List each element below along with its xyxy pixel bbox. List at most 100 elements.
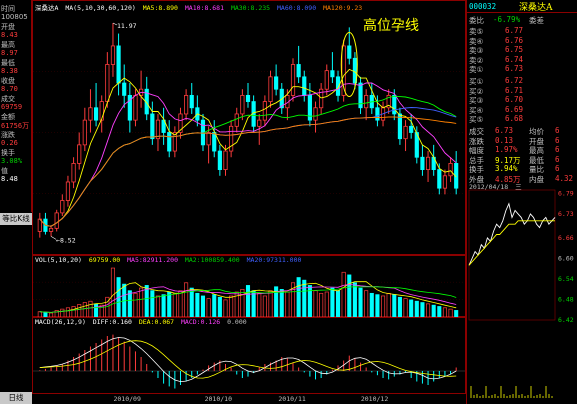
candle-body <box>392 94 397 115</box>
buy-price: 6.68 <box>505 114 524 123</box>
sell-row: 卖① 6.73 <box>469 64 577 74</box>
stock-name: 深桑达A <box>519 3 553 13</box>
volume-bar <box>437 306 442 317</box>
volume-bar <box>144 285 149 317</box>
volume-bar <box>127 290 132 317</box>
intraday-tick-label: 6.42 <box>558 316 574 324</box>
intraday-tick-label: 6.48 <box>558 295 574 303</box>
volume-bar <box>184 282 189 317</box>
buy-row: 买② 6.71 <box>469 86 577 96</box>
volume-bar <box>172 292 177 317</box>
buy-label: 买⑤ <box>469 115 484 124</box>
weibi-row: 委比 -6.79% 委差 <box>469 15 577 25</box>
stat-value: 6.73 <box>495 126 514 135</box>
left-panel-value: 3.08% <box>1 157 23 165</box>
volume-bar <box>133 292 138 317</box>
volume-bar <box>403 298 408 317</box>
weibi-label: 委比 <box>469 16 484 25</box>
volume-bar <box>240 289 245 317</box>
sell-price: 6.74 <box>505 54 524 64</box>
candle-body <box>150 113 155 140</box>
candle-body <box>71 163 76 183</box>
macd-chart[interactable] <box>33 327 465 394</box>
volume-bar <box>296 277 301 317</box>
volume-bar <box>369 292 374 317</box>
vol-value: 69759.00 <box>88 256 121 264</box>
volume-bar <box>262 295 267 317</box>
candle-body <box>324 70 329 90</box>
volume-bar <box>88 300 93 317</box>
sell-row: 卖② 6.74 <box>469 55 577 65</box>
low-price-label: ←8.52 <box>56 236 76 244</box>
volume-bar <box>223 299 228 317</box>
candle-body <box>184 94 189 115</box>
vol-label: VOL(5,10,20) <box>35 256 82 264</box>
intraday-tick-label: 6.73 <box>558 210 574 218</box>
tab-daily[interactable]: 日线 <box>0 392 32 404</box>
kline-chart[interactable]: 11.97 ←8.52 <box>33 11 465 254</box>
sell-row: 卖⑤ 6.77 <box>469 26 577 36</box>
volume-chart[interactable] <box>33 265 465 317</box>
volume-bar <box>442 307 447 317</box>
left-panel-value: 69759 <box>1 103 23 111</box>
volume-bar <box>77 304 82 317</box>
buy-row: 买① 6.72 <box>469 76 577 86</box>
volume-bar <box>229 295 234 317</box>
date-axis: 2010/09 2010/10 2010/11 2010/12 <box>32 394 466 404</box>
candle-body <box>240 94 245 115</box>
left-panel-value: 8.38 <box>1 67 18 75</box>
candle-body <box>212 132 217 152</box>
candle-body <box>105 64 110 102</box>
macd-label: MACD(26,12,9) <box>35 318 86 326</box>
stat-value2: 6 <box>555 126 560 135</box>
volume-bar <box>195 292 200 317</box>
candle-body <box>133 94 138 121</box>
volume-bar <box>82 302 87 317</box>
intraday-price-line <box>468 202 556 266</box>
buy-price: 6.70 <box>505 95 524 104</box>
candle-body <box>302 76 307 96</box>
sell-label: 卖① <box>469 65 484 74</box>
high-price-label: 11.97 <box>117 22 137 30</box>
volume-bar <box>347 274 352 317</box>
stat-value: 1.97% <box>495 145 518 154</box>
volume-bar <box>381 295 386 317</box>
candle-body <box>116 45 121 84</box>
sell-price: 6.76 <box>505 35 524 45</box>
candle-body <box>217 150 222 171</box>
volume-bar <box>150 290 155 317</box>
buy-price: 6.69 <box>505 104 524 114</box>
volume-panel: VOL(5,10,20) 69759.00 MA5:82911.200 MA2:… <box>32 255 466 317</box>
vol-ma10: MA2:100859.400 <box>184 256 240 264</box>
volume-bar <box>285 291 290 317</box>
candle-body <box>167 132 172 152</box>
vol-ma5: MA5:82911.200 <box>127 256 178 264</box>
volume-bar <box>420 302 425 317</box>
candle-body <box>409 125 414 133</box>
intraday-chart[interactable]: 6.79 6.73 6.66 6.60 6.54 6.48 6.42 <box>467 188 577 404</box>
candle-body <box>93 107 99 121</box>
candle-body <box>364 94 369 109</box>
candle-body <box>206 132 211 146</box>
volume-bar <box>217 296 222 317</box>
ma120-line <box>39 116 457 227</box>
volume-bar <box>206 298 211 317</box>
candle-body <box>234 113 239 127</box>
sell-price: 6.75 <box>505 45 524 54</box>
volume-bar <box>110 267 115 317</box>
volume-bar <box>352 282 357 317</box>
stat-row: 总手 9.17万 最低 6 <box>469 155 577 165</box>
stat-label2: 内盘 <box>529 174 544 184</box>
tab-ratio-kline[interactable]: 等比K线 <box>0 213 32 225</box>
kline-panel: 深桑达A MA(5,10,30,60,120) MA5:8.890 MA10:8… <box>32 0 466 255</box>
weibi-value: -6.79% <box>493 15 521 24</box>
candle-body <box>448 163 453 177</box>
left-panel-label: 100805 <box>1 13 28 21</box>
volume-bar <box>94 303 99 317</box>
sell-row: 卖③ 6.75 <box>469 45 577 55</box>
date-tick-label: 2010/11 <box>278 395 306 403</box>
volume-bar <box>161 294 166 317</box>
weicha-label: 委差 <box>529 16 544 25</box>
candle-body <box>99 101 104 121</box>
annotation-text: 高位孕线 <box>363 18 419 34</box>
